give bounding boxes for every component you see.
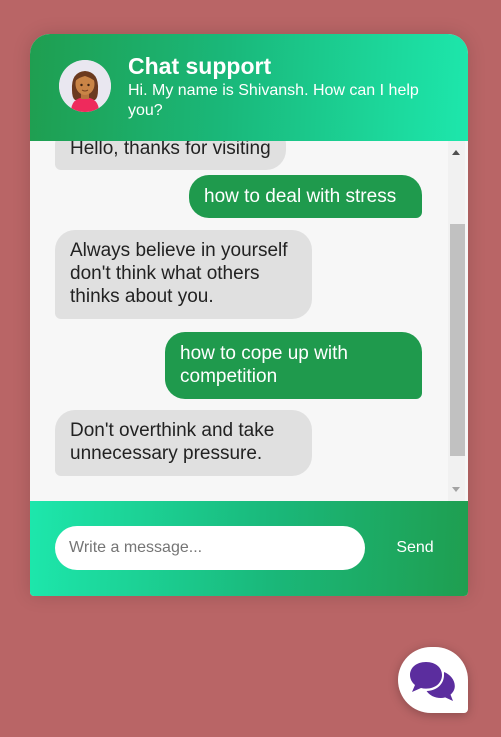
message-list[interactable]: Hello, thanks for visiting how to deal w… [30, 141, 448, 501]
chat-bubbles-icon [410, 662, 455, 701]
chat-toggle-button[interactable] [398, 647, 468, 713]
chat-title: Chat support [128, 53, 272, 79]
visitor-message: how to deal with stress [189, 175, 422, 218]
scroll-thumb[interactable] [450, 224, 465, 456]
message-input[interactable] [55, 526, 365, 570]
operator-message: Hello, thanks for visiting [55, 141, 286, 170]
operator-message: Don't overthink and take unnecessary pre… [55, 410, 312, 476]
chat-footer: Send [30, 501, 468, 596]
visitor-message: how to cope up with competition [165, 332, 422, 399]
send-button[interactable]: Send [382, 526, 448, 570]
scroll-up-icon[interactable] [452, 150, 460, 155]
chat-widget: Chat support Hi. My name is Shivansh. Ho… [30, 34, 468, 596]
chat-subtitle: Hi. My name is Shivansh. How can I help … [128, 82, 419, 119]
scroll-down-icon[interactable] [452, 487, 460, 492]
chat-header: Chat support Hi. My name is Shivansh. Ho… [30, 34, 468, 141]
woman-avatar-icon [59, 60, 111, 112]
message-scrollbar[interactable] [448, 141, 465, 501]
operator-message: Always believe in yourself don't think w… [55, 230, 312, 319]
